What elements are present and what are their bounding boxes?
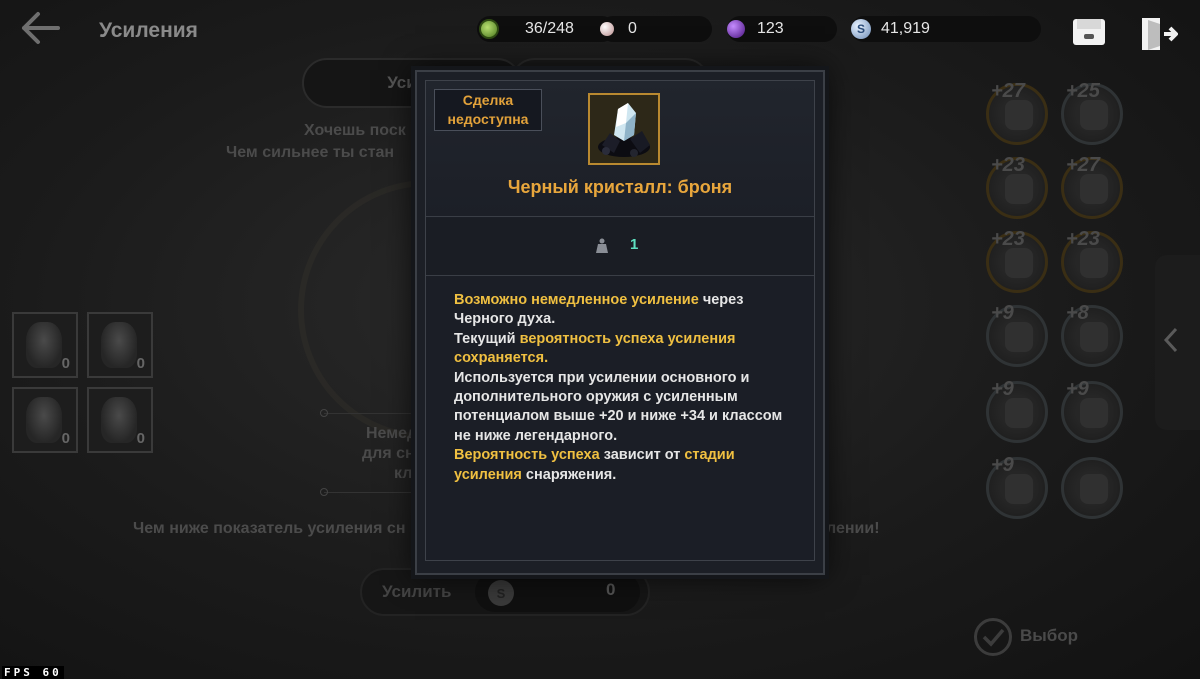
choose-button-label[interactable]: Выбор [1020, 626, 1078, 646]
hint-line-1: Хочешь поск [304, 122, 406, 139]
instant-hint-1: Немед [366, 425, 418, 442]
trade-unavailable-badge: Сделка недоступна [434, 89, 542, 131]
exit-door-icon[interactable] [1138, 14, 1178, 54]
chevron-left-icon[interactable] [1162, 326, 1180, 354]
enhance-cost-value: 0 [606, 580, 616, 599]
orb-value: 123 [757, 20, 784, 37]
equipment-slot[interactable]: +23 [986, 228, 1048, 293]
item-name: Черный кристалл: броня [507, 177, 733, 197]
pearl-value: 0 [628, 20, 637, 37]
instant-hint-2: для сн [362, 445, 415, 462]
item-description: Возможно немедленное усиление через Черн… [454, 292, 783, 483]
material-slot[interactable]: 0 [12, 387, 78, 453]
hint-line-2: Чем сильнее ты стан [226, 144, 395, 161]
instant-hint-3: кл [394, 465, 413, 482]
back-arrow-icon[interactable] [18, 10, 60, 46]
equipment-slot[interactable]: +23 [1061, 228, 1123, 293]
divider [324, 413, 420, 414]
equipment-slot[interactable]: +25 [1061, 80, 1123, 145]
equipment-slot[interactable] [1061, 457, 1123, 519]
orb-counter: 123 [727, 16, 837, 42]
divider [324, 492, 420, 493]
energy-value: 36/248 [525, 20, 574, 37]
silver-coin-icon: S [851, 19, 871, 39]
page-title: Усиления [99, 19, 198, 42]
divider-dot [320, 488, 328, 496]
material-slot[interactable]: 0 [87, 387, 153, 453]
item-info-frame: Сделка недоступна Черный кристалл: броня… [425, 80, 815, 561]
silver-value: 41,919 [881, 20, 930, 37]
item-weight-value: 1 [630, 236, 639, 253]
equipment-slot[interactable]: +9 [986, 302, 1048, 367]
purple-orb-icon [727, 20, 745, 38]
silver-counter: S 41,919 [851, 16, 1041, 42]
equipment-slot[interactable]: +9 [1061, 378, 1123, 443]
enhance-button-label: Усилить [382, 582, 452, 601]
silver-coin-icon: S [488, 580, 514, 606]
bottom-hint-left: Чем ниже показатель усиления сн [133, 520, 406, 537]
equipment-slot[interactable]: +8 [1061, 302, 1123, 367]
equipment-slot[interactable]: +23 [986, 154, 1048, 219]
equipment-slot[interactable]: +27 [1061, 154, 1123, 219]
material-slot[interactable]: 0 [12, 312, 78, 378]
energy-counter: 36/248 [477, 16, 615, 42]
weight-icon [596, 238, 608, 253]
equipment-slot[interactable]: +27 [986, 80, 1048, 145]
item-header: Сделка недоступна Черный кристалл: броня [426, 81, 814, 217]
equipment-slot[interactable]: +9 [986, 454, 1048, 519]
black-crystal-armor-icon [588, 93, 660, 165]
bottom-hint-right: лении! [826, 520, 880, 537]
energy-icon [479, 19, 499, 39]
pearl-icon [600, 22, 614, 36]
item-weight-row: 1 [426, 218, 814, 276]
checkmark-icon[interactable] [974, 618, 1012, 656]
enhancement-screen: Усиления 36/248 0 123 S 41,919 Усиле Нем… [0, 0, 1200, 679]
material-slot[interactable]: 0 [87, 312, 153, 378]
divider-dot [320, 409, 328, 417]
fps-counter: FPS 60 [2, 666, 64, 679]
item-info-modal: Сделка недоступна Черный кристалл: броня… [415, 70, 825, 575]
equipment-slot[interactable]: +9 [986, 378, 1048, 443]
storage-box-icon[interactable] [1070, 15, 1108, 49]
pearl-counter: 0 [600, 16, 712, 42]
